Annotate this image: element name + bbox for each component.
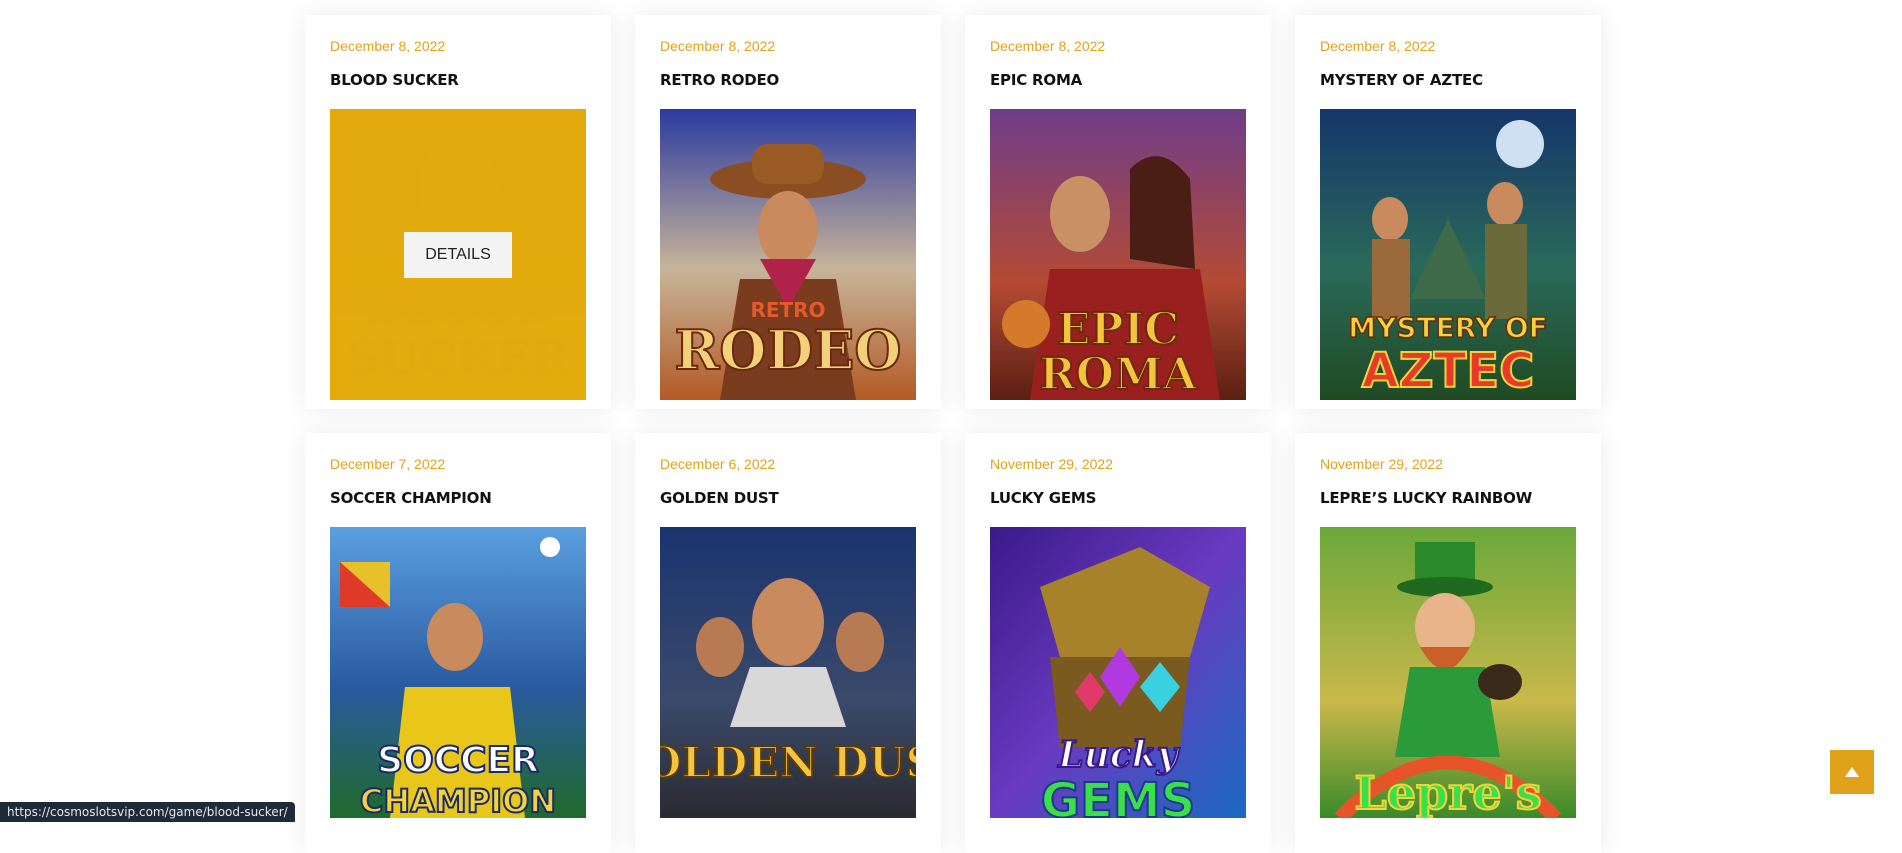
game-card[interactable]: December 8, 2022 BLOOD SUCKER BLOOD SUCK… (305, 15, 611, 409)
details-button[interactable]: DETAILS (404, 231, 512, 278)
game-title[interactable]: LEPRE’S LUCKY RAINBOW (1320, 489, 1576, 509)
game-title[interactable]: RETRO RODEO (660, 71, 916, 91)
game-thumbnail[interactable]: EPIC ROMA (990, 109, 1246, 400)
game-card[interactable]: December 7, 2022 SOCCER CHAMPION SOCCER … (305, 433, 611, 853)
game-thumbnail[interactable]: MYSTERY OF AZTEC (1320, 109, 1576, 400)
svg-text:CHAMPION: CHAMPION (360, 782, 556, 818)
game-thumbnail[interactable]: RODEO RETRO (660, 109, 916, 400)
game-artwork: MYSTERY OF AZTEC (1320, 109, 1576, 400)
game-date: November 29, 2022 (1320, 456, 1443, 472)
game-artwork: RODEO RETRO (660, 109, 916, 400)
svg-text:MYSTERY OF: MYSTERY OF (1348, 311, 1548, 344)
game-artwork: Lucky GEMS (990, 527, 1246, 818)
game-artwork: SOCCER CHAMPION (330, 527, 586, 818)
game-thumbnail[interactable]: BLOOD SUCKER DETAILS (330, 109, 586, 400)
svg-text:RODEO: RODEO (675, 318, 902, 382)
game-date: November 29, 2022 (990, 456, 1113, 472)
game-title[interactable]: GOLDEN DUST (660, 489, 916, 509)
svg-text:Lepre's: Lepre's (1354, 766, 1541, 818)
status-bar-url: https://cosmoslotsvip.com/game/blood-suc… (0, 802, 295, 822)
game-thumbnail[interactable]: Lepre's (1320, 527, 1576, 818)
game-title[interactable]: MYSTERY OF AZTEC (1320, 71, 1576, 91)
svg-text:EPIC: EPIC (1057, 304, 1179, 355)
game-card[interactable]: December 8, 2022 RETRO RODEO RODEO RETRO (635, 15, 941, 409)
game-card[interactable]: November 29, 2022 LEPRE’S LUCKY RAINBOW … (1295, 433, 1601, 853)
game-artwork: Lepre's (1320, 527, 1576, 818)
svg-text:GOLDEN DUST: GOLDEN DUST (660, 738, 916, 787)
arrow-up-icon (1845, 767, 1859, 777)
game-artwork: EPIC ROMA (990, 109, 1246, 400)
game-card[interactable]: December 6, 2022 GOLDEN DUST GOLDEN DUST (635, 433, 941, 853)
hover-overlay: DETAILS (330, 109, 586, 400)
scroll-to-top-button[interactable] (1830, 750, 1874, 794)
game-date: December 7, 2022 (330, 456, 446, 472)
svg-text:RETRO: RETRO (750, 298, 825, 322)
game-title[interactable]: EPIC ROMA (990, 71, 1246, 91)
game-card[interactable]: November 29, 2022 LUCKY GEMS Lucky GEMS (965, 433, 1271, 853)
game-thumbnail[interactable]: GOLDEN DUST (660, 527, 916, 818)
game-date: December 8, 2022 (990, 38, 1106, 54)
game-card[interactable]: December 8, 2022 MYSTERY OF AZTEC MYSTER… (1295, 15, 1601, 409)
games-grid: December 8, 2022 BLOOD SUCKER BLOOD SUCK… (305, 15, 1601, 853)
game-date: December 8, 2022 (1320, 38, 1436, 54)
svg-text:GEMS: GEMS (1041, 773, 1196, 818)
game-date: December 6, 2022 (660, 456, 776, 472)
game-thumbnail[interactable]: SOCCER CHAMPION (330, 527, 586, 818)
game-date: December 8, 2022 (660, 38, 776, 54)
svg-text:ROMA: ROMA (1039, 349, 1198, 400)
svg-text:AZTEC: AZTEC (1362, 343, 1535, 399)
game-title[interactable]: LUCKY GEMS (990, 489, 1246, 509)
game-title[interactable]: SOCCER CHAMPION (330, 489, 586, 509)
game-artwork: GOLDEN DUST (660, 527, 916, 818)
game-thumbnail[interactable]: Lucky GEMS (990, 527, 1246, 818)
game-title[interactable]: BLOOD SUCKER (330, 71, 586, 91)
svg-text:Lucky: Lucky (1057, 734, 1179, 776)
svg-text:SOCCER: SOCCER (377, 740, 539, 781)
game-date: December 8, 2022 (330, 38, 446, 54)
game-card[interactable]: December 8, 2022 EPIC ROMA EPIC ROMA (965, 15, 1271, 409)
